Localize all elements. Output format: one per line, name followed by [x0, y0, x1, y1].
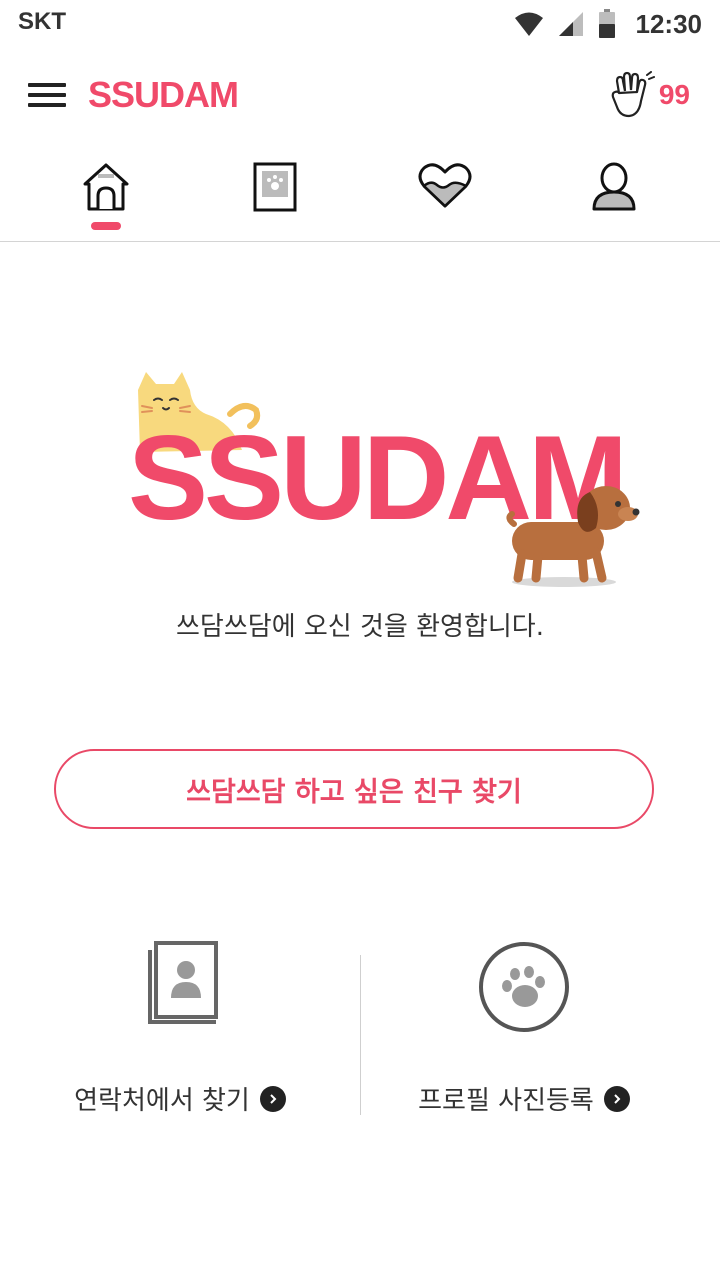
photo-frame-icon [253, 162, 297, 212]
find-from-contacts-button[interactable]: 연락처에서 찾기 [0, 940, 360, 1120]
welcome-message: 쓰담쓰담에 오신 것을 환영합니다. [176, 612, 544, 642]
tab-profile[interactable] [554, 150, 674, 242]
paw-icon [479, 942, 569, 1032]
signal-icon [558, 12, 583, 36]
heart-icon [418, 163, 472, 208]
battery-icon [598, 9, 615, 38]
dog-illustration [506, 486, 640, 587]
carrier-name: SKT [18, 8, 66, 35]
doghouse-icon [83, 163, 129, 211]
status-bar: SKT 12:30 [0, 0, 720, 48]
tab-bar [0, 150, 720, 242]
clock: 12:30 [635, 8, 703, 39]
find-from-contacts-label: 연락처에서 찾기 [74, 1086, 250, 1116]
status-icons: 12:30 [514, 8, 703, 40]
clap-count: 99 [658, 79, 690, 110]
app-logo[interactable]: SSUDAM [88, 74, 239, 116]
clap-counter-button[interactable]: 99 [611, 70, 690, 120]
hero-illustration: SSUDAM [120, 360, 640, 590]
menu-button[interactable] [26, 80, 68, 110]
register-profile-photo-label: 프로필 사진등록 [418, 1086, 594, 1116]
active-tab-indicator [91, 222, 121, 230]
chevron-right-icon [603, 1085, 630, 1112]
person-icon [592, 162, 636, 211]
find-friends-button[interactable]: 쓰담쓰담 하고 싶은 친구 찾기 [54, 749, 654, 829]
wifi-icon [514, 12, 543, 36]
contact-book-icon [148, 941, 218, 1024]
tab-home[interactable] [46, 150, 166, 242]
app-bar: SSUDAM 99 [0, 60, 720, 132]
register-profile-photo-button[interactable]: 프로필 사진등록 [344, 940, 704, 1120]
tab-photos[interactable] [215, 150, 335, 242]
clap-hand-icon [611, 71, 655, 118]
tab-favorites[interactable] [385, 150, 505, 242]
menu-icon [28, 83, 66, 87]
chevron-right-icon [259, 1085, 286, 1112]
